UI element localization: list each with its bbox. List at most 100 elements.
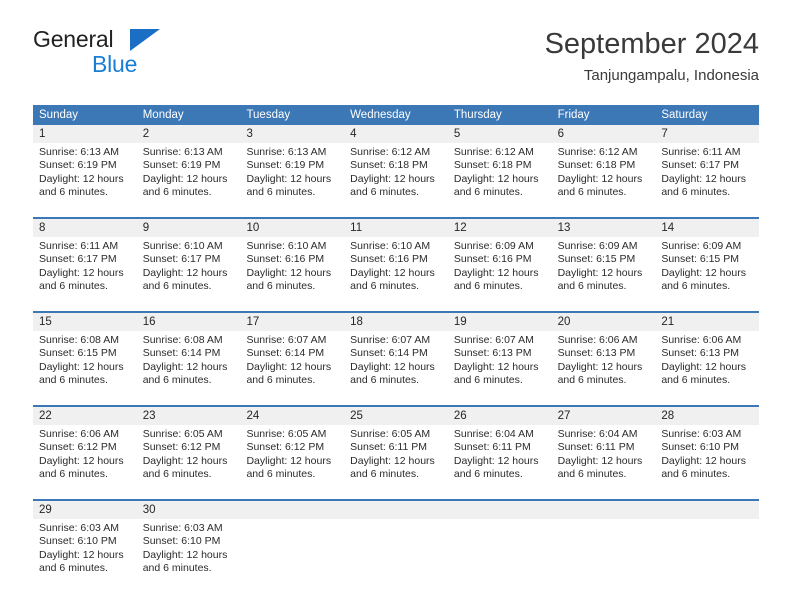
day-daylight-text: Daylight: 12 hours <box>453 360 539 373</box>
day-number[interactable]: 9 <box>137 219 241 237</box>
day-cell[interactable]: Sunrise: 6:10 AM Sunset: 6:16 PM Daylight:… <box>344 237 448 299</box>
day-sunrise-text: Sunrise: 6:07 AM <box>246 334 327 346</box>
day-cell[interactable]: Sunrise: 6:06 AM Sunset: 6:13 PM Daylight:… <box>552 331 656 393</box>
day-cell <box>552 519 656 581</box>
day-number[interactable]: 12 <box>448 219 552 237</box>
day-cell[interactable]: Sunrise: 6:12 AM Sunset: 6:18 PM Daylight:… <box>448 143 552 205</box>
day-daylight-text: and 6 minutes. <box>39 562 108 575</box>
day-number[interactable]: 5 <box>448 125 552 143</box>
day-sunset-text: Sunset: 6:11 PM <box>453 441 531 454</box>
day-cell[interactable]: Sunrise: 6:09 AM Sunset: 6:16 PM Daylight:… <box>448 237 552 299</box>
weekday-header-friday: Friday <box>557 109 590 121</box>
day-cell[interactable]: Sunrise: 6:07 AM Sunset: 6:14 PM Daylight:… <box>344 331 448 393</box>
day-cell[interactable]: Sunrise: 6:09 AM Sunset: 6:15 PM Daylight:… <box>655 237 759 299</box>
calendar-week-row: 29 30 Sunrise: 6:03 AM Sunset: 6:10 PM Dayli… <box>33 499 759 581</box>
day-cell[interactable]: Sunrise: 6:03 AM Sunset: 6:10 PM Daylight:… <box>655 425 759 487</box>
day-sunset-text: Sunset: 6:11 PM <box>350 441 428 454</box>
day-number[interactable]: 30 <box>137 501 241 519</box>
day-cell[interactable]: Sunrise: 6:09 AM Sunset: 6:15 PM Daylight:… <box>552 237 656 299</box>
day-number[interactable]: 28 <box>655 407 759 425</box>
day-cell[interactable]: Sunrise: 6:04 AM Sunset: 6:11 PM Daylight:… <box>448 425 552 487</box>
day-cell[interactable]: Sunrise: 6:08 AM Sunset: 6:14 PM Daylight:… <box>137 331 241 393</box>
day-sunset-text: Sunset: 6:17 PM <box>661 159 739 172</box>
day-daylight-text: Daylight: 12 hours <box>661 172 746 185</box>
day-cell[interactable]: Sunrise: 6:04 AM Sunset: 6:11 PM Daylight:… <box>552 425 656 487</box>
day-number[interactable]: 14 <box>655 219 759 237</box>
day-sunset-text: Sunset: 6:18 PM <box>557 159 636 172</box>
day-sunrise-text: Sunrise: 6:13 AM <box>142 146 223 158</box>
day-sunrise-text: Sunrise: 6:03 AM <box>142 522 223 534</box>
day-number[interactable]: 17 <box>240 313 344 331</box>
day-cell[interactable]: Sunrise: 6:05 AM Sunset: 6:12 PM Daylight:… <box>240 425 344 487</box>
day-number[interactable]: 1 <box>33 125 137 143</box>
day-sunset-text: Sunset: 6:13 PM <box>453 347 532 360</box>
day-sunset-text: Sunset: 6:15 PM <box>39 347 117 360</box>
day-cell[interactable]: Sunrise: 6:10 AM Sunset: 6:17 PM Daylight:… <box>137 237 241 299</box>
day-number[interactable]: 8 <box>33 219 137 237</box>
day-sunset-text: Sunset: 6:11 PM <box>557 441 635 454</box>
day-cell[interactable]: Sunrise: 6:12 AM Sunset: 6:18 PM Daylight:… <box>344 143 448 205</box>
day-daylight-text: and 6 minutes. <box>453 280 523 293</box>
day-daylight-text: and 6 minutes. <box>350 374 420 387</box>
day-cell[interactable]: Sunrise: 6:07 AM Sunset: 6:13 PM Daylight:… <box>448 331 552 393</box>
day-sunrise-text: Sunrise: 6:12 AM <box>453 146 534 158</box>
week-spacer <box>33 487 759 499</box>
day-number[interactable]: 22 <box>33 407 137 425</box>
calendar-weeks: 1 2 3 4 5 6 7 Sunrise: 6:13 AM Sunset: 6:19 PM Da… <box>33 125 759 581</box>
day-number[interactable]: 23 <box>137 407 241 425</box>
day-cell[interactable]: Sunrise: 6:03 AM Sunset: 6:10 PM Daylight:… <box>137 519 241 581</box>
day-number[interactable]: 29 <box>33 501 137 519</box>
day-cell[interactable]: Sunrise: 6:03 AM Sunset: 6:10 PM Daylight:… <box>33 519 137 581</box>
general-blue-logo[interactable]: General Blue <box>33 26 253 90</box>
day-cell[interactable]: Sunrise: 6:11 AM Sunset: 6:17 PM Daylight:… <box>33 237 137 299</box>
day-number[interactable]: 10 <box>240 219 344 237</box>
day-number[interactable]: 13 <box>552 219 656 237</box>
day-number[interactable]: 4 <box>344 125 448 143</box>
day-number[interactable]: 26 <box>448 407 552 425</box>
day-sunset-text: Sunset: 6:17 PM <box>142 253 221 266</box>
day-cell[interactable]: Sunrise: 6:05 AM Sunset: 6:12 PM Daylight:… <box>137 425 241 487</box>
day-number[interactable]: 16 <box>137 313 241 331</box>
day-number[interactable]: 24 <box>240 407 344 425</box>
day-cell[interactable]: Sunrise: 6:10 AM Sunset: 6:16 PM Daylight:… <box>240 237 344 299</box>
day-daylight-text: and 6 minutes. <box>39 374 108 387</box>
day-number[interactable]: 25 <box>344 407 448 425</box>
day-number[interactable]: 6 <box>552 125 656 143</box>
day-cell[interactable]: Sunrise: 6:11 AM Sunset: 6:17 PM Daylight:… <box>655 143 759 205</box>
week-spacer <box>33 299 759 311</box>
day-number <box>552 501 656 519</box>
day-sunrise-text: Sunrise: 6:09 AM <box>557 240 638 252</box>
day-number[interactable]: 27 <box>552 407 656 425</box>
day-daylight-text: Daylight: 12 hours <box>557 266 643 279</box>
day-sunrise-text: Sunrise: 6:09 AM <box>453 240 534 252</box>
day-number[interactable]: 7 <box>655 125 759 143</box>
day-daylight-text: and 6 minutes. <box>453 186 523 199</box>
day-number[interactable]: 19 <box>448 313 552 331</box>
day-number[interactable]: 20 <box>552 313 656 331</box>
day-sunrise-text: Sunrise: 6:12 AM <box>350 146 431 158</box>
day-number[interactable]: 15 <box>33 313 137 331</box>
day-number[interactable]: 2 <box>137 125 241 143</box>
day-daylight-text: and 6 minutes. <box>39 280 108 293</box>
day-cell <box>344 519 448 581</box>
day-sunrise-text: Sunrise: 6:10 AM <box>142 240 223 252</box>
day-daylight-text: and 6 minutes. <box>661 468 731 481</box>
day-cell[interactable]: Sunrise: 6:08 AM Sunset: 6:15 PM Daylight:… <box>33 331 137 393</box>
day-number[interactable]: 18 <box>344 313 448 331</box>
day-cell[interactable]: Sunrise: 6:06 AM Sunset: 6:13 PM Daylight:… <box>655 331 759 393</box>
day-cell[interactable]: Sunrise: 6:13 AM Sunset: 6:19 PM Daylight:… <box>33 143 137 205</box>
day-sunset-text: Sunset: 6:10 PM <box>661 441 739 454</box>
day-number[interactable]: 3 <box>240 125 344 143</box>
day-cell[interactable]: Sunrise: 6:06 AM Sunset: 6:12 PM Daylight:… <box>33 425 137 487</box>
day-daylight-text: and 6 minutes. <box>453 374 523 387</box>
day-cell[interactable]: Sunrise: 6:07 AM Sunset: 6:14 PM Daylight:… <box>240 331 344 393</box>
day-sunset-text: Sunset: 6:16 PM <box>350 253 428 266</box>
day-cell[interactable]: Sunrise: 6:12 AM Sunset: 6:18 PM Daylight:… <box>552 143 656 205</box>
day-cell[interactable]: Sunrise: 6:05 AM Sunset: 6:11 PM Daylight:… <box>344 425 448 487</box>
day-cell[interactable]: Sunrise: 6:13 AM Sunset: 6:19 PM Daylight:… <box>240 143 344 205</box>
calendar-week-row: 1 2 3 4 5 6 7 Sunrise: 6:13 AM Sunset: 6:19 PM Da… <box>33 125 759 205</box>
day-number[interactable]: 21 <box>655 313 759 331</box>
day-cell[interactable]: Sunrise: 6:13 AM Sunset: 6:19 PM Daylight:… <box>137 143 241 205</box>
day-daylight-text: and 6 minutes. <box>557 468 627 481</box>
day-number[interactable]: 11 <box>344 219 448 237</box>
